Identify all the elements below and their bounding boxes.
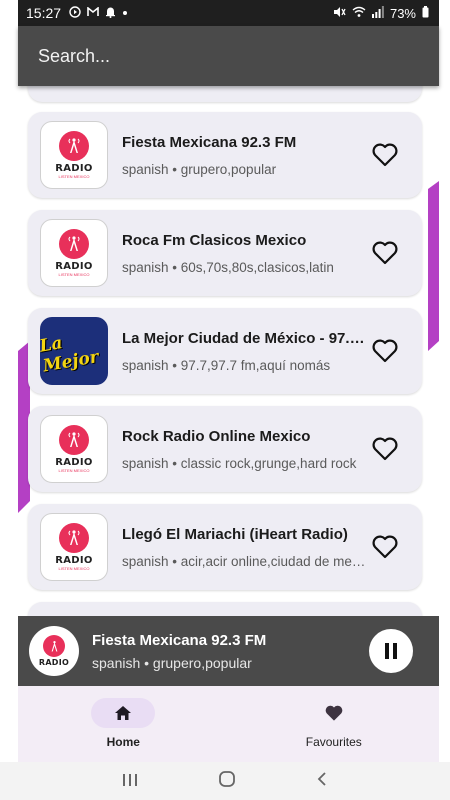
heart-outline-icon xyxy=(372,339,398,363)
favourite-button[interactable] xyxy=(368,530,402,564)
radio-tower-icon xyxy=(59,131,89,161)
radio-tower-icon xyxy=(43,635,65,657)
station-meta: spanish • 97.7,97.7 fm,aquí nomás xyxy=(122,357,331,373)
station-name: Fiesta Mexicana 92.3 FM xyxy=(122,133,297,151)
la-mejor-logo-text: La Mejor xyxy=(38,333,101,377)
station-name: Llegó El Mariachi (iHeart Radio) xyxy=(122,525,348,543)
system-navigation-bar xyxy=(0,762,450,800)
station-logo: La Mejor xyxy=(38,317,108,385)
station-info: Llegó El Mariachi (iHeart Radio) spanish… xyxy=(122,526,368,569)
station-list[interactable]: RADIO LISTEN MEXICO Fiesta Mexicana 92.3… xyxy=(18,86,439,616)
back-chevron-icon xyxy=(317,771,326,786)
signal-icon xyxy=(371,5,384,21)
favourite-button[interactable] xyxy=(368,334,402,368)
now-playing-bar[interactable]: RADIO Fiesta Mexicana 92.3 FM spanish • … xyxy=(18,616,439,686)
favourite-button[interactable] xyxy=(368,432,402,466)
now-playing-info: Fiesta Mexicana 92.3 FM spanish • gruper… xyxy=(92,632,369,671)
heart-outline-icon xyxy=(372,437,398,461)
radio-tower-icon xyxy=(59,229,89,259)
station-card-partial-top[interactable] xyxy=(28,86,422,102)
station-meta: spanish • grupero,popular xyxy=(122,161,277,177)
nav-home-label[interactable]: Home xyxy=(107,735,140,749)
now-playing-title: Fiesta Mexicana 92.3 FM xyxy=(92,631,267,649)
logo-radio-text: RADIO xyxy=(55,457,93,468)
station-meta: spanish • classic rock,grunge,hard rock xyxy=(122,455,357,471)
station-logo: RADIO LISTEN MEXICO xyxy=(40,415,108,483)
nav-home[interactable]: Home xyxy=(18,686,229,762)
logo-radio-text: RADIO xyxy=(55,163,93,174)
search-bar[interactable]: Search... xyxy=(18,26,439,86)
favourite-button[interactable] xyxy=(368,236,402,270)
radio-tower-icon xyxy=(59,425,89,455)
logo-sub-text: LISTEN MEXICO xyxy=(58,174,90,179)
battery-icon xyxy=(422,5,429,21)
wifi-icon xyxy=(352,6,366,21)
logo-sub-text: LISTEN MEXICO xyxy=(58,566,90,571)
bottom-navigation: Home Favourites xyxy=(18,686,439,762)
station-info: Rock Radio Online Mexico spanish • class… xyxy=(122,428,368,471)
pause-button[interactable] xyxy=(369,629,413,673)
now-playing-logo: RADIO xyxy=(29,626,79,676)
mute-icon xyxy=(333,6,346,21)
station-card-partial-bottom[interactable] xyxy=(28,602,422,616)
battery-percent: 73% xyxy=(389,5,416,21)
station-logo: RADIO LISTEN MEXICO xyxy=(40,121,108,189)
recent-apps-icon xyxy=(123,773,137,786)
station-info: Fiesta Mexicana 92.3 FM spanish • gruper… xyxy=(122,134,368,177)
station-logo: RADIO LISTEN MEXICO xyxy=(40,513,108,581)
status-left-icons xyxy=(69,5,128,21)
station-card[interactable]: RADIO LISTEN MEXICO Roca Fm Clasicos Mex… xyxy=(28,210,422,296)
station-info: La Mejor Ciudad de México - 97.7 FM span… xyxy=(122,330,368,373)
station-name: La Mejor Ciudad de México - 97.7 FM xyxy=(122,329,368,347)
search-input[interactable]: Search... xyxy=(38,46,110,67)
radio-tower-icon xyxy=(59,523,89,553)
station-logo: RADIO LISTEN MEXICO xyxy=(40,219,108,287)
station-name: Rock Radio Online Mexico xyxy=(122,427,311,445)
decor-purple-shape-right xyxy=(428,181,439,351)
system-back-button[interactable] xyxy=(316,771,328,792)
status-right: 73% xyxy=(333,5,429,21)
station-card[interactable]: RADIO LISTEN MEXICO Fiesta Mexicana 92.3… xyxy=(28,112,422,198)
logo-radio-text: RADIO xyxy=(55,261,93,272)
system-home-button[interactable] xyxy=(218,770,236,793)
heart-outline-icon xyxy=(372,535,398,559)
gmail-icon xyxy=(87,5,99,20)
station-name: Roca Fm Clasicos Mexico xyxy=(122,231,307,249)
logo-sub-text: LISTEN MEXICO xyxy=(58,272,90,277)
dot-icon xyxy=(122,7,128,19)
status-time: 15:27 xyxy=(26,5,62,21)
play-circle-icon xyxy=(69,5,81,21)
station-info: Roca Fm Clasicos Mexico spanish • 60s,70… xyxy=(122,232,368,275)
nav-favourites[interactable]: Favourites xyxy=(229,686,440,762)
nav-favourites-pill[interactable] xyxy=(302,698,366,728)
home-icon xyxy=(115,706,132,720)
station-meta: spanish • 60s,70s,80s,clasicos,latin xyxy=(122,259,334,275)
now-playing-meta: spanish • grupero,popular xyxy=(92,654,252,671)
bell-icon xyxy=(105,6,116,21)
station-meta: spanish • acir,acir online,ciudad de mex… xyxy=(122,553,368,569)
station-card[interactable]: RADIO LISTEN MEXICO Llegó El Mariachi (i… xyxy=(28,504,422,590)
favourite-button[interactable] xyxy=(368,138,402,172)
heart-filled-icon xyxy=(325,705,343,721)
nav-favourites-label[interactable]: Favourites xyxy=(306,735,362,749)
heart-outline-icon xyxy=(372,241,398,265)
system-home-icon xyxy=(219,770,235,787)
heart-outline-icon xyxy=(372,143,398,167)
nav-home-pill[interactable] xyxy=(91,698,156,728)
pause-icon xyxy=(385,643,397,659)
station-card[interactable]: La Mejor La Mejor Ciudad de México - 97.… xyxy=(28,308,422,394)
logo-radio-text: RADIO xyxy=(55,555,93,566)
status-bar: 15:27 73% xyxy=(18,0,439,26)
station-card[interactable]: RADIO LISTEN MEXICO Rock Radio Online Me… xyxy=(28,406,422,492)
logo-radio-text: RADIO xyxy=(38,658,70,667)
recent-apps-button[interactable] xyxy=(122,771,138,792)
logo-sub-text: LISTEN MEXICO xyxy=(58,468,90,473)
